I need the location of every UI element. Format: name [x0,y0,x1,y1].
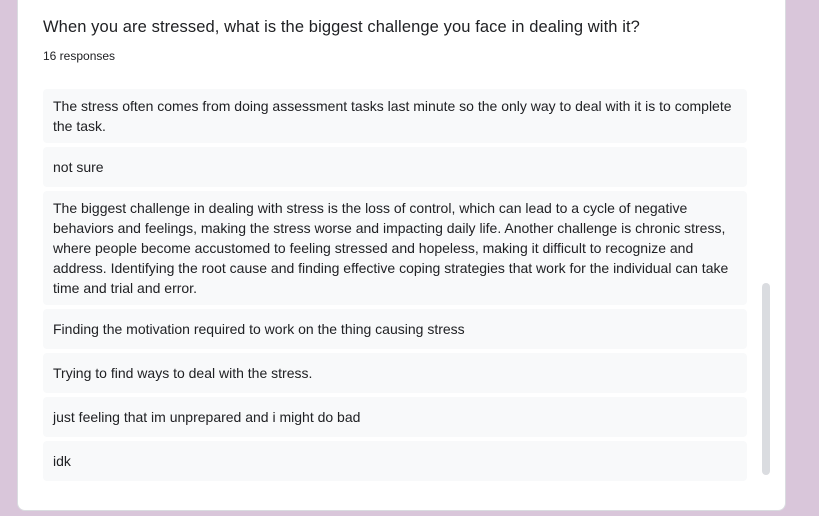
response-item: The biggest challenge in dealing with st… [43,191,747,305]
response-item: The stress often comes from doing assess… [43,89,747,143]
scrollbar-thumb[interactable] [762,283,770,475]
responses-scrollbar[interactable] [762,283,770,475]
response-item: Trying to find ways to deal with the str… [43,353,747,393]
question-title: When you are stressed, what is the bigge… [43,18,640,36]
question-card: When you are stressed, what is the bigge… [17,0,786,511]
response-item: Finding the motivation required to work … [43,309,747,349]
response-item: not sure [43,147,747,187]
responses-list: The stress often comes from doing assess… [43,89,747,485]
response-count: 16 responses [43,49,116,63]
response-item: just feeling that im unprepared and i mi… [43,397,747,437]
response-item: idk [43,441,747,481]
